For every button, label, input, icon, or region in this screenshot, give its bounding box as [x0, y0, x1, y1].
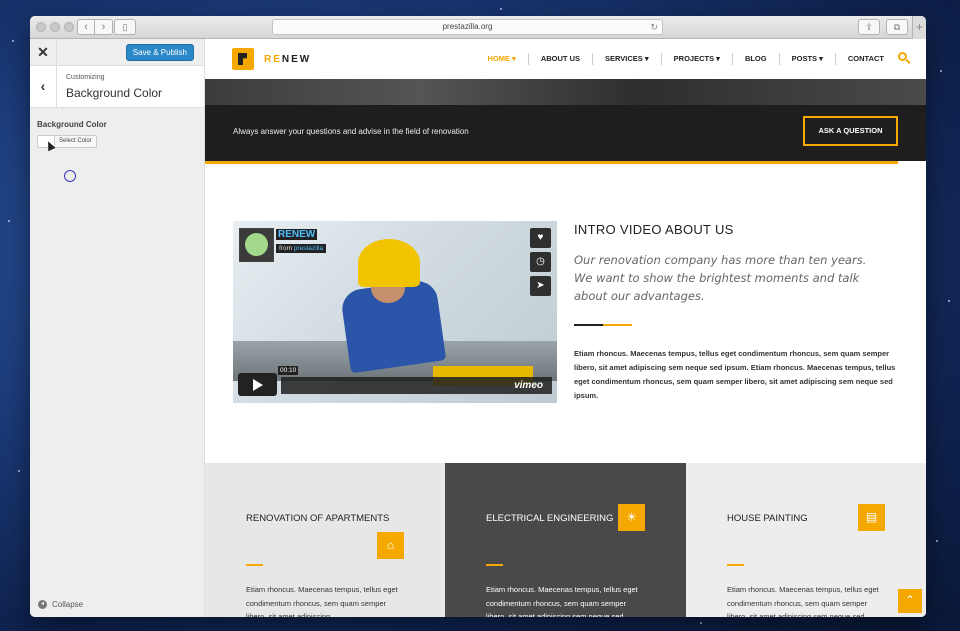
nav-contact[interactable]: CONTACT	[836, 53, 896, 65]
customizer-sidebar: ✕ Save & Publish ‹ Customizing Backgroun…	[30, 39, 205, 617]
site-header: RENEW HOME ▾ ABOUT US SERVICES ▾ PROJECT…	[205, 39, 926, 79]
video-from-user[interactable]: prestazilla	[294, 245, 323, 252]
service-text: Etiam rhoncus. Maecenas tempus, tellus e…	[486, 585, 638, 617]
address-bar[interactable]: prestazilla.org ↻	[272, 19, 663, 35]
main-nav: HOME ▾ ABOUT US SERVICES ▾ PROJECTS ▾ BL…	[475, 53, 896, 65]
vimeo-logo[interactable]: vimeo	[514, 380, 543, 391]
browser-titlebar: ‹ › ▯ prestazilla.org ↻ ⇪ ⧉ +	[30, 16, 926, 39]
video-scene-helmet	[358, 239, 420, 287]
cta-bar: Always answer your questions and advise …	[205, 105, 926, 161]
services-section: RENOVATION OF APARTMENTS ⌂ Etiam rhoncus…	[205, 463, 926, 617]
ask-question-button[interactable]: ASK A QUESTION	[803, 116, 898, 146]
breadcrumb: Customizing	[66, 74, 105, 81]
nav-services[interactable]: SERVICES ▾	[593, 53, 662, 65]
select-color-button[interactable]: Select Color	[55, 135, 97, 148]
video-from: from prestazilla	[276, 244, 327, 253]
nav-posts[interactable]: POSTS ▾	[780, 53, 836, 65]
zoom-window-button[interactable]	[64, 22, 74, 32]
minimize-window-button[interactable]	[50, 22, 60, 32]
service-title: RENOVATION OF APARTMENTS	[246, 513, 390, 524]
nav-about-us[interactable]: ABOUT US	[529, 53, 593, 65]
home-icon: ⌂	[377, 532, 404, 559]
share-icon[interactable]: ⇪	[858, 19, 880, 35]
service-accent-line	[246, 564, 263, 566]
service-card-electrical: ELECTRICAL ENGINEERING ☀ Etiam rhoncus. …	[445, 463, 686, 617]
nav-blog[interactable]: BLOG	[733, 53, 780, 65]
reload-icon[interactable]: ↻	[650, 20, 658, 34]
nav-projects[interactable]: PROJECTS ▾	[662, 53, 733, 65]
service-accent-line	[727, 564, 744, 566]
intro-title: INTRO VIDEO ABOUT US	[574, 222, 734, 237]
back-arrow-icon[interactable]: ‹	[30, 66, 57, 108]
collapse-label: Collapse	[52, 600, 84, 609]
intro-lead: Our renovation company has more than ten…	[574, 253, 867, 303]
hero-image	[205, 79, 926, 105]
tabs-overview-icon[interactable]: ⧉	[886, 19, 908, 35]
logo-icon[interactable]	[232, 48, 254, 70]
browser-window: ‹ › ▯ prestazilla.org ↻ ⇪ ⧉ + ✕ Save & P…	[30, 16, 926, 617]
url-text: prestazilla.org	[442, 22, 493, 31]
video-channel-title[interactable]: RENEW	[276, 229, 318, 240]
channel-avatar[interactable]	[239, 228, 274, 262]
service-card-renovation: RENOVATION OF APARTMENTS ⌂ Etiam rhoncus…	[205, 463, 446, 617]
section-header: ‹ Customizing Background Color	[30, 66, 204, 108]
back-button[interactable]: ‹	[77, 19, 95, 35]
video-time: 00:10	[278, 366, 299, 375]
service-title: HOUSE PAINTING	[727, 513, 808, 524]
collapse-icon: ◂	[38, 600, 47, 609]
cta-text: Always answer your questions and advise …	[233, 127, 469, 136]
window-controls	[36, 22, 74, 32]
new-tab-button[interactable]: +	[912, 16, 926, 39]
section-title: Background Color	[66, 86, 163, 100]
collapse-button[interactable]: ◂ Collapse	[38, 600, 83, 609]
service-card-painting: HOUSE PAINTING ▤ Etiam rhoncus. Maecenas…	[686, 463, 926, 617]
close-icon[interactable]: ✕	[30, 39, 57, 66]
video-progress-bar[interactable]	[281, 377, 552, 394]
like-icon[interactable]: ♥	[530, 228, 551, 248]
service-title: ELECTRICAL ENGINEERING	[486, 513, 614, 524]
logo-text[interactable]: RENEW	[264, 54, 311, 65]
close-window-button[interactable]	[36, 22, 46, 32]
service-accent-line	[486, 564, 503, 566]
sidebar-toggle-icon[interactable]: ▯	[114, 19, 136, 35]
customizer-header: ✕ Save & Publish	[30, 39, 204, 66]
forward-button[interactable]: ›	[95, 19, 113, 35]
loading-spinner-icon	[64, 170, 76, 182]
section-divider	[574, 324, 632, 326]
scroll-to-top-button[interactable]: ⌃	[898, 589, 922, 613]
intro-body: Etiam rhoncus. Maecenas tempus, tellus e…	[574, 349, 896, 400]
site-preview: RENEW HOME ▾ ABOUT US SERVICES ▾ PROJECT…	[205, 39, 926, 617]
paint-roller-icon: ▤	[858, 504, 885, 531]
play-button[interactable]	[238, 373, 277, 396]
share-video-icon[interactable]: ➤	[530, 276, 551, 296]
video-player[interactable]: RENEW from prestazilla ♥ ◷ ➤ 00:10 vimeo	[233, 221, 557, 403]
lightbulb-icon: ☀	[618, 504, 645, 531]
service-text: Etiam rhoncus. Maecenas tempus, tellus e…	[727, 585, 879, 617]
accent-line	[205, 161, 898, 164]
save-publish-button[interactable]: Save & Publish	[125, 44, 194, 61]
watch-later-icon[interactable]: ◷	[530, 252, 551, 272]
search-icon[interactable]	[898, 52, 907, 61]
service-text: Etiam rhoncus. Maecenas tempus, tellus e…	[246, 585, 398, 617]
nav-home[interactable]: HOME ▾	[475, 53, 529, 65]
field-label: Background Color	[37, 120, 107, 129]
